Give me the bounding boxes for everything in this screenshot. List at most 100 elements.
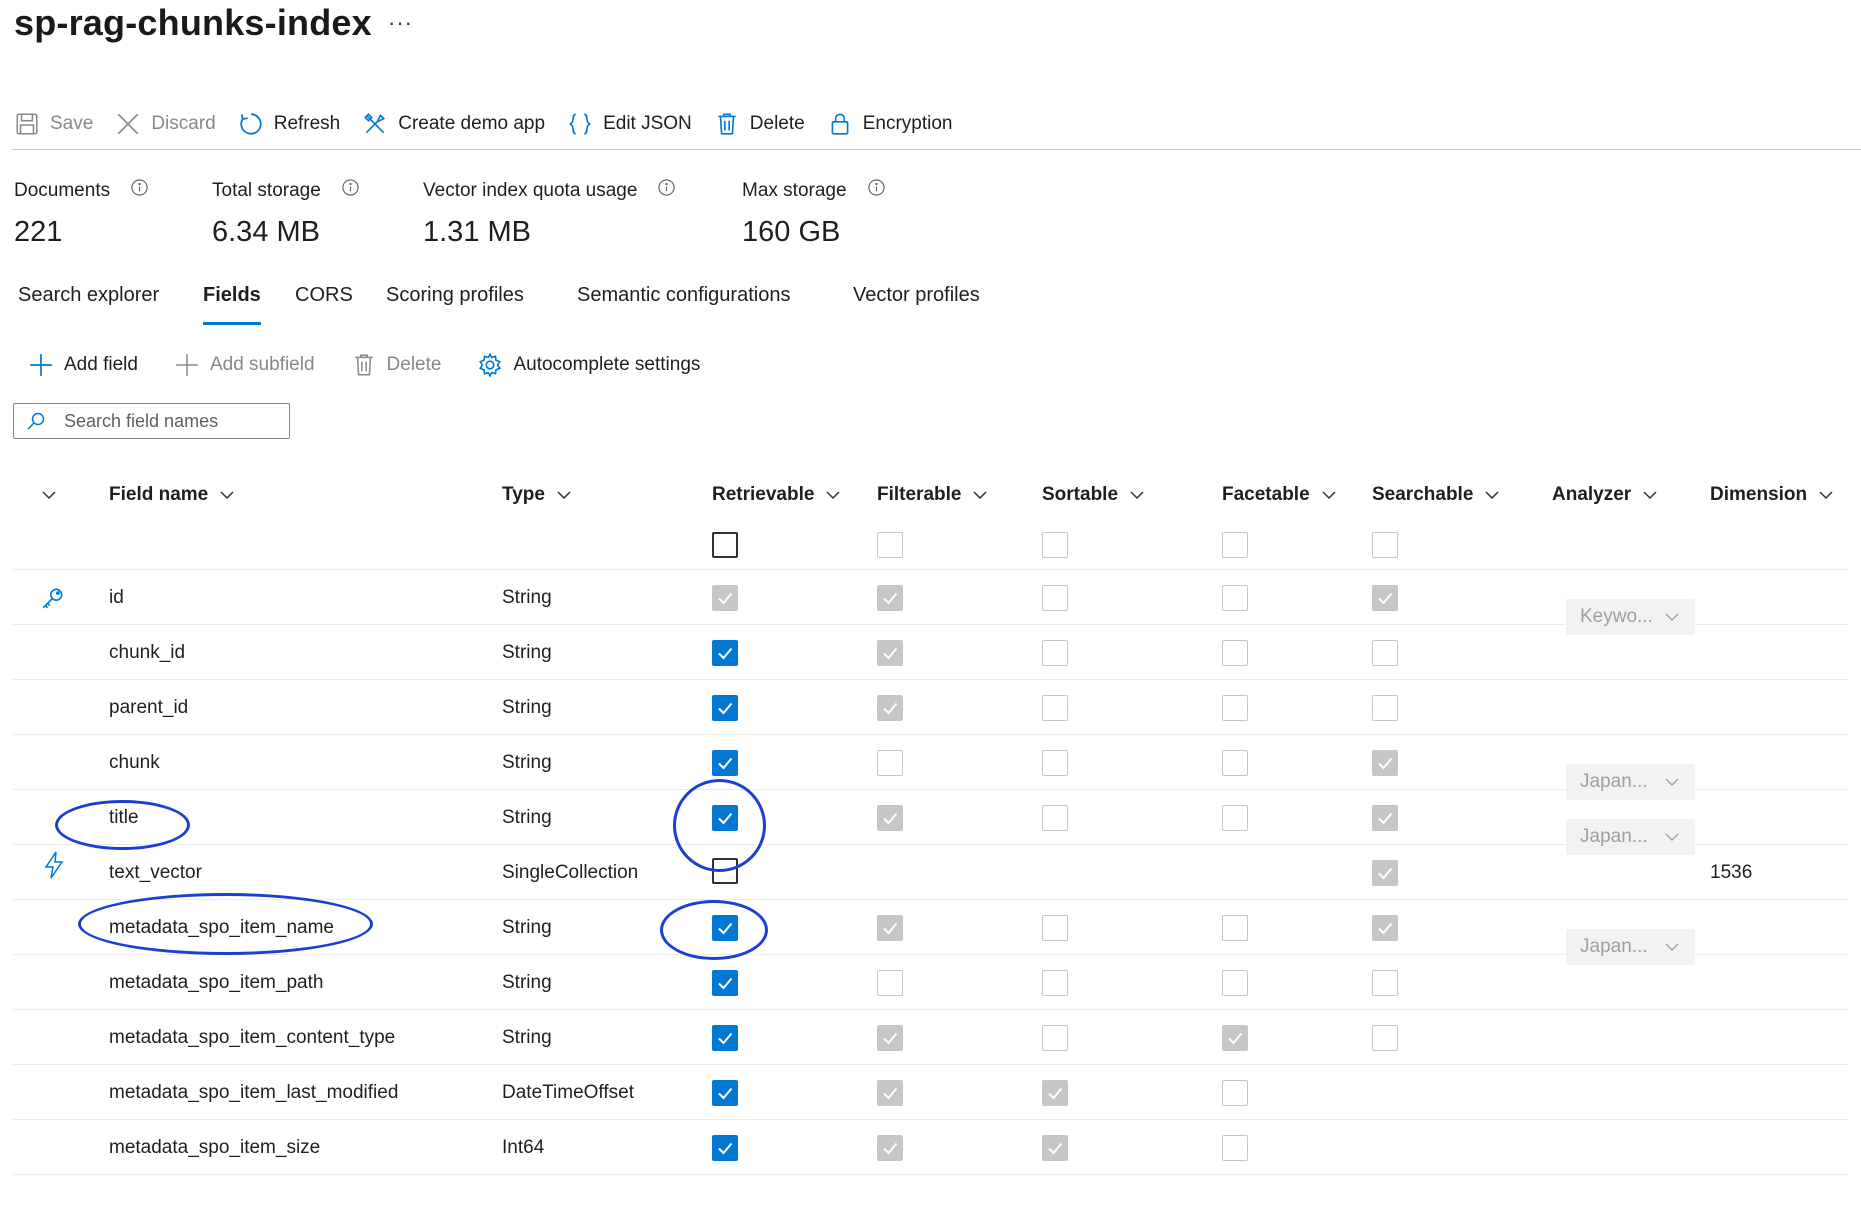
attribute-checkbox[interactable] bbox=[1222, 1079, 1248, 1106]
field-name-cell[interactable]: metadata_spo_item_content_type bbox=[109, 1010, 395, 1065]
encryption-button[interactable]: Encryption bbox=[827, 111, 952, 137]
attribute-checkbox[interactable] bbox=[1222, 969, 1248, 996]
field-name-cell[interactable]: id bbox=[109, 570, 124, 625]
checkbox-cell bbox=[1372, 570, 1398, 625]
attribute-checkbox[interactable] bbox=[712, 749, 738, 776]
attribute-checkbox[interactable] bbox=[1042, 1024, 1068, 1051]
refresh-button[interactable]: Refresh bbox=[238, 111, 340, 137]
create-demo-app-button[interactable]: Create demo app bbox=[362, 111, 545, 137]
header-facetable[interactable]: Facetable bbox=[1222, 470, 1338, 520]
attribute-checkbox[interactable] bbox=[877, 749, 903, 776]
expand-all-toggle[interactable] bbox=[40, 470, 58, 520]
field-type-cell: String bbox=[502, 1026, 552, 1048]
field-name-cell[interactable]: metadata_spo_item_size bbox=[109, 1120, 320, 1175]
attribute-checkbox[interactable] bbox=[1042, 694, 1068, 721]
search-box[interactable] bbox=[13, 403, 290, 439]
more-options-button[interactable]: ··· bbox=[388, 10, 413, 36]
attribute-checkbox[interactable] bbox=[1372, 694, 1398, 721]
table-row[interactable]: id String Keywo... bbox=[13, 570, 1848, 635]
header-analyzer[interactable]: Analyzer bbox=[1552, 470, 1659, 520]
tab-search-explorer[interactable]: Search explorer bbox=[18, 284, 159, 307]
command-bar-divider bbox=[12, 149, 1861, 150]
select-all-checkbox[interactable] bbox=[1042, 532, 1068, 558]
table-row[interactable]: text_vector SingleCollection 1536 bbox=[13, 845, 1848, 900]
header-sortable[interactable]: Sortable bbox=[1042, 470, 1146, 520]
info-icon[interactable] bbox=[657, 178, 676, 197]
table-row[interactable]: title String Japan... bbox=[13, 790, 1848, 855]
attribute-checkbox bbox=[877, 1079, 903, 1106]
key-icon bbox=[40, 570, 66, 625]
info-icon[interactable] bbox=[341, 178, 360, 197]
header-searchable[interactable]: Searchable bbox=[1372, 470, 1501, 520]
field-type-cell: Int64 bbox=[502, 1136, 545, 1158]
header-type[interactable]: Type bbox=[502, 470, 573, 520]
attribute-checkbox[interactable] bbox=[712, 1024, 738, 1051]
tab-vector-profiles[interactable]: Vector profiles bbox=[853, 284, 980, 307]
autocomplete-settings-button[interactable]: Autocomplete settings bbox=[477, 352, 700, 378]
attribute-checkbox[interactable] bbox=[1042, 749, 1068, 776]
attribute-checkbox[interactable] bbox=[1222, 804, 1248, 831]
checkbox-cell bbox=[712, 1065, 738, 1120]
attribute-checkbox[interactable] bbox=[1222, 914, 1248, 941]
attribute-checkbox[interactable] bbox=[877, 969, 903, 996]
select-all-checkbox[interactable] bbox=[877, 532, 903, 558]
table-row[interactable]: metadata_spo_item_path String bbox=[13, 955, 1848, 1010]
attribute-checkbox[interactable] bbox=[1042, 914, 1068, 941]
table-row[interactable]: metadata_spo_item_content_type String bbox=[13, 1010, 1848, 1065]
attribute-checkbox[interactable] bbox=[1372, 639, 1398, 666]
tab-semantic-configurations[interactable]: Semantic configurations bbox=[577, 284, 790, 307]
attribute-checkbox[interactable] bbox=[712, 639, 738, 666]
attribute-checkbox[interactable] bbox=[1042, 804, 1068, 831]
header-retrievable[interactable]: Retrievable bbox=[712, 470, 842, 520]
field-name-cell[interactable]: text_vector bbox=[109, 845, 202, 900]
attribute-checkbox[interactable] bbox=[712, 1079, 738, 1106]
search-input[interactable] bbox=[64, 410, 264, 432]
attribute-checkbox[interactable] bbox=[712, 969, 738, 996]
table-row[interactable]: metadata_spo_item_last_modified DateTimeO… bbox=[13, 1065, 1848, 1120]
table-row[interactable]: chunk_id String bbox=[13, 625, 1848, 680]
add-subfield-button[interactable]: Add subfield bbox=[174, 352, 315, 378]
select-all-checkbox[interactable] bbox=[1222, 532, 1248, 558]
tab-cors[interactable]: CORS bbox=[295, 284, 353, 307]
close-icon bbox=[117, 113, 139, 135]
field-name-cell[interactable]: metadata_spo_item_last_modified bbox=[109, 1065, 398, 1120]
table-row[interactable]: chunk String Japan... bbox=[13, 735, 1848, 800]
table-row[interactable]: parent_id String bbox=[13, 680, 1848, 735]
attribute-checkbox[interactable] bbox=[1222, 639, 1248, 666]
attribute-checkbox[interactable] bbox=[712, 694, 738, 721]
attribute-checkbox[interactable] bbox=[712, 1134, 738, 1161]
attribute-checkbox[interactable] bbox=[1042, 584, 1068, 611]
select-all-checkbox[interactable] bbox=[1372, 532, 1398, 558]
header-field-name[interactable]: Field name bbox=[109, 470, 236, 520]
field-name-cell[interactable]: chunk_id bbox=[109, 625, 185, 680]
chevron-down-icon bbox=[1643, 491, 1657, 500]
info-icon[interactable] bbox=[130, 178, 149, 197]
table-row[interactable]: metadata_spo_item_size Int64 bbox=[13, 1120, 1848, 1175]
delete-index-button[interactable]: Delete bbox=[714, 111, 805, 137]
attribute-checkbox[interactable] bbox=[1222, 694, 1248, 721]
discard-button[interactable]: Discard bbox=[115, 111, 216, 137]
attribute-checkbox[interactable] bbox=[1372, 969, 1398, 996]
attribute-checkbox[interactable] bbox=[1042, 969, 1068, 996]
stat-value: 160 GB bbox=[742, 216, 841, 248]
field-name-cell[interactable]: parent_id bbox=[109, 680, 188, 735]
dimension-cell: 1536 bbox=[1710, 861, 1753, 883]
attribute-checkbox[interactable] bbox=[1042, 639, 1068, 666]
add-field-button[interactable]: Add field bbox=[28, 352, 138, 378]
attribute-checkbox[interactable] bbox=[1222, 584, 1248, 611]
tab-scoring-profiles[interactable]: Scoring profiles bbox=[386, 284, 524, 307]
save-button[interactable]: Save bbox=[14, 111, 93, 137]
header-filterable[interactable]: Filterable bbox=[877, 470, 989, 520]
edit-json-button[interactable]: Edit JSON bbox=[567, 111, 692, 137]
field-name-cell[interactable]: chunk bbox=[109, 735, 160, 790]
attribute-checkbox[interactable] bbox=[1222, 749, 1248, 776]
header-dimension[interactable]: Dimension bbox=[1710, 470, 1835, 520]
select-all-checkbox[interactable] bbox=[712, 532, 738, 558]
info-icon[interactable] bbox=[867, 178, 886, 197]
field-name-cell[interactable]: metadata_spo_item_path bbox=[109, 955, 323, 1010]
attribute-checkbox bbox=[877, 1134, 903, 1161]
attribute-checkbox[interactable] bbox=[1372, 1024, 1398, 1051]
attribute-checkbox[interactable] bbox=[1222, 1134, 1248, 1161]
tab-fields[interactable]: Fields bbox=[203, 284, 261, 325]
delete-field-button[interactable]: Delete bbox=[351, 352, 441, 378]
